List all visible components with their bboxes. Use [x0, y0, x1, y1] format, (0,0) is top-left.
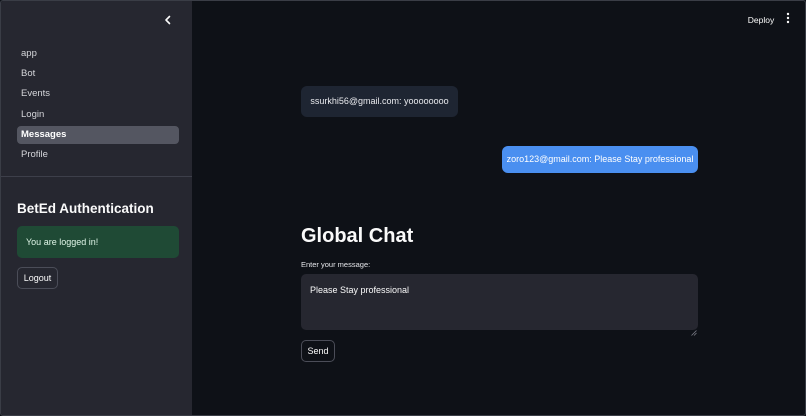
deploy-button[interactable]: Deploy [743, 12, 779, 28]
sidebar-item-events[interactable]: Events [17, 85, 179, 103]
main-menu-button[interactable] [781, 11, 795, 29]
collapse-sidebar-button[interactable] [159, 12, 177, 30]
logout-button[interactable]: Logout [17, 267, 58, 289]
chevron-left-icon [163, 12, 173, 30]
app-window: app Bot Events Login Messages Profile Be… [0, 0, 806, 416]
sidebar-item-app[interactable]: app [17, 45, 179, 63]
sidebar: app Bot Events Login Messages Profile Be… [1, 1, 192, 415]
more-vertical-icon [786, 11, 790, 29]
sidebar-item-bot[interactable]: Bot [17, 65, 179, 83]
auth-heading: BetEd Authentication [17, 201, 154, 216]
chat-message-sent: zoro123@gmail.com: Please Stay professio… [502, 146, 698, 173]
resize-grip-icon[interactable] [691, 323, 697, 336]
send-button[interactable]: Send [301, 340, 335, 362]
message-input[interactable]: Please Stay professional [301, 274, 698, 330]
message-input-label: Enter your message: [301, 260, 371, 269]
sidebar-divider [1, 176, 192, 177]
login-status-alert: You are logged in! [17, 226, 179, 258]
sidebar-nav: app Bot Events Login Messages Profile [17, 45, 179, 166]
sidebar-item-messages[interactable]: Messages [17, 125, 179, 144]
page-title: Global Chat [301, 225, 414, 247]
sidebar-item-profile[interactable]: Profile [17, 146, 179, 164]
chat-message-received: ssurkhi56@gmail.com: yoooooooo [301, 86, 458, 117]
sidebar-item-login[interactable]: Login [17, 106, 179, 124]
